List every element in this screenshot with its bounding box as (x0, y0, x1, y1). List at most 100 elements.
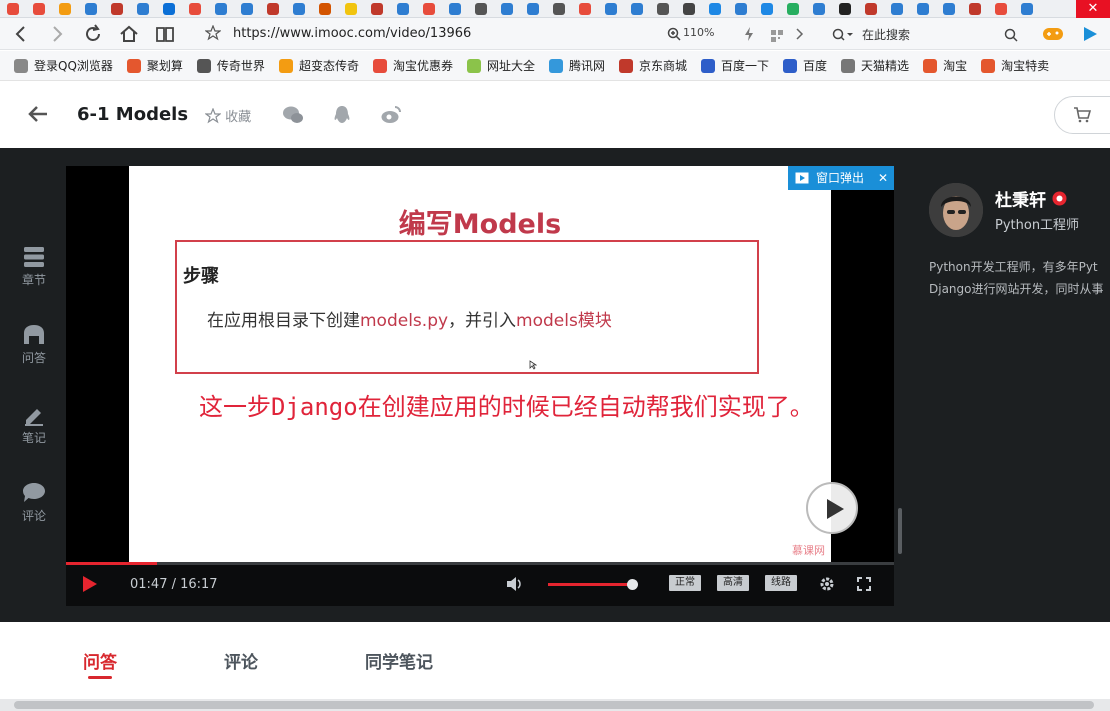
browser-tab[interactable] (520, 0, 546, 17)
window-close-button[interactable]: ✕ (1076, 0, 1110, 18)
browser-tab[interactable] (728, 0, 754, 17)
scrollbar-thumb[interactable] (14, 701, 1094, 709)
browser-tab[interactable] (130, 0, 156, 17)
browser-tab[interactable] (208, 0, 234, 17)
bookmark-item[interactable]: 京东商城 (619, 57, 687, 74)
forward-icon[interactable] (46, 23, 68, 45)
browser-tab[interactable] (910, 0, 936, 17)
browser-tab[interactable] (494, 0, 520, 17)
video-play-icon[interactable] (1080, 25, 1100, 47)
address-bar[interactable]: https://www.imooc.com/video/13966 110% (195, 22, 815, 46)
play-icon[interactable] (82, 575, 98, 593)
browser-tab[interactable] (962, 0, 988, 17)
tab-qa[interactable]: 问答 (83, 648, 117, 673)
browser-tab[interactable] (988, 0, 1014, 17)
browser-tab[interactable] (832, 0, 858, 17)
weibo-icon[interactable] (380, 104, 402, 126)
sidebar-item-notes[interactable]: 笔记 (14, 404, 54, 446)
chevron-right-icon[interactable] (795, 26, 805, 45)
browser-tab[interactable] (390, 0, 416, 17)
browser-tab[interactable] (676, 0, 702, 17)
quality-normal-button[interactable]: 正常 (669, 575, 701, 591)
browser-tab[interactable] (0, 0, 26, 17)
browser-tab[interactable] (806, 0, 832, 17)
browser-tab[interactable] (1014, 0, 1040, 17)
quality-hd-button[interactable]: 高清 (717, 575, 749, 591)
browser-tab[interactable] (156, 0, 182, 17)
bookmark-item[interactable]: 淘宝 (923, 57, 967, 74)
tab-comments[interactable]: 评论 (224, 648, 258, 673)
browser-tab[interactable] (364, 0, 390, 17)
browser-tab[interactable] (650, 0, 676, 17)
browser-tab[interactable] (884, 0, 910, 17)
browser-tab[interactable] (624, 0, 650, 17)
volume-knob[interactable] (626, 579, 638, 590)
sidebar-item-qa[interactable]: 问答 (14, 324, 54, 366)
home-icon[interactable] (118, 23, 140, 45)
accelerate-icon[interactable] (743, 26, 755, 46)
browser-tab[interactable] (52, 0, 78, 17)
browser-tab[interactable] (780, 0, 806, 17)
browser-tab[interactable] (312, 0, 338, 17)
line-select-button[interactable]: 线路 (765, 575, 797, 591)
teacher-avatar[interactable] (929, 183, 983, 237)
qr-code-icon[interactable] (771, 27, 783, 46)
browser-tab[interactable] (702, 0, 728, 17)
search-icon[interactable] (1004, 27, 1018, 46)
horizontal-scrollbar[interactable] (0, 699, 1110, 711)
zoom-level[interactable]: 110% (683, 26, 714, 39)
browser-tab[interactable] (546, 0, 572, 17)
volume-slider[interactable] (548, 579, 638, 590)
tab-classmate-notes[interactable]: 同学笔记 (365, 648, 433, 673)
zoom-icon[interactable] (667, 26, 681, 45)
progress-bar[interactable] (66, 562, 894, 565)
fullscreen-icon[interactable] (857, 577, 871, 591)
browser-tab[interactable] (416, 0, 442, 17)
bookmark-item[interactable]: 超变态传奇 (278, 57, 359, 74)
popout-close-icon[interactable]: ✕ (878, 166, 888, 190)
big-play-button[interactable] (806, 482, 858, 534)
browser-tab[interactable] (182, 0, 208, 17)
popout-button[interactable]: 窗口弹出 ✕ (788, 166, 894, 190)
refresh-icon[interactable] (82, 23, 104, 45)
game-controller-icon[interactable] (1042, 25, 1064, 47)
browser-tab[interactable] (598, 0, 624, 17)
favorite-button[interactable]: 收藏 (204, 106, 251, 125)
browser-tab[interactable] (78, 0, 104, 17)
bookmark-item[interactable]: 百度 (783, 57, 827, 74)
browser-tab[interactable] (260, 0, 286, 17)
browser-tab[interactable] (936, 0, 962, 17)
browser-tab[interactable] (858, 0, 884, 17)
bookmark-item[interactable]: 百度一下 (701, 57, 769, 74)
url-text[interactable]: https://www.imooc.com/video/13966 (233, 26, 471, 41)
browser-tab[interactable] (234, 0, 260, 17)
video-frame[interactable]: 编写Models 步骤 在应用根目录下创建models.py，并引入models… (129, 166, 831, 562)
cart-button[interactable] (1054, 96, 1110, 134)
bookmark-item[interactable]: 网址大全 (466, 57, 535, 74)
bookmark-star-icon[interactable] (204, 24, 222, 45)
browser-tab[interactable] (754, 0, 780, 17)
qq-share-icon[interactable] (331, 104, 353, 126)
browser-tab[interactable] (26, 0, 52, 17)
teacher-name[interactable]: 杜秉轩 (995, 186, 1067, 211)
browser-tab[interactable] (442, 0, 468, 17)
wechat-icon[interactable] (282, 104, 304, 126)
bookmark-item[interactable]: 传奇世界 (196, 57, 265, 74)
search-engine-icon[interactable] (832, 27, 854, 46)
resize-handle[interactable] (898, 508, 902, 554)
bookmark-item[interactable]: 聚划算 (126, 57, 183, 74)
bookmark-item[interactable]: 淘宝优惠券 (372, 57, 453, 74)
video-player[interactable]: 编写Models 步骤 在应用根目录下创建models.py，并引入models… (66, 166, 894, 606)
browser-tab[interactable] (286, 0, 312, 17)
sidebar-item-comments[interactable]: 评论 (14, 482, 54, 524)
sidebar-item-chapters[interactable]: 章节 (14, 246, 54, 288)
bookmark-item[interactable]: 天猫精选 (841, 57, 909, 74)
browser-tab[interactable] (104, 0, 130, 17)
browser-tab[interactable] (338, 0, 364, 17)
bookmark-item[interactable]: 淘宝特卖 (981, 57, 1049, 74)
settings-gear-icon[interactable] (819, 576, 835, 592)
bookmark-item[interactable]: 腾讯网 (548, 57, 605, 74)
browser-tab[interactable] (468, 0, 494, 17)
search-input[interactable]: 在此搜索 (826, 22, 1026, 46)
bookmark-item[interactable]: 登录QQ浏览器 (14, 57, 113, 74)
